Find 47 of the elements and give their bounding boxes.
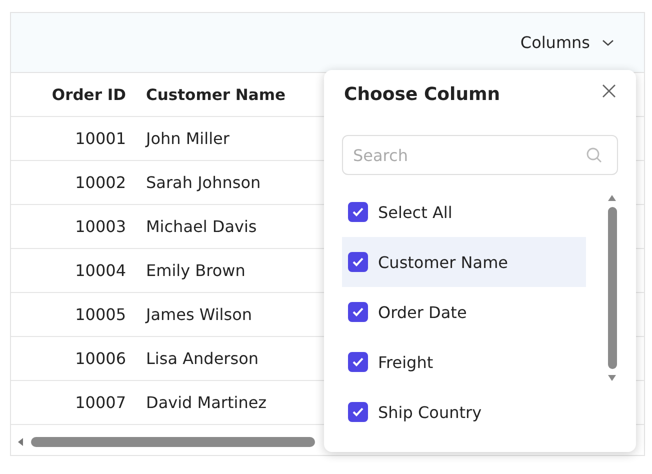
option-row[interactable]: Freight: [342, 337, 586, 387]
scroll-down-icon[interactable]: [608, 375, 616, 381]
table-cell-text: 10001: [74, 129, 126, 148]
checkbox[interactable]: [348, 402, 368, 422]
table-cell: Emily Brown: [146, 261, 246, 280]
chevron-down-icon: [602, 38, 614, 46]
option-row[interactable]: Select All: [342, 187, 586, 237]
column-option[interactable]: Customer Name: [378, 252, 508, 272]
column-option[interactable]: Ship Country: [378, 402, 482, 422]
checkbox[interactable]: [348, 352, 368, 372]
check-icon: [352, 307, 364, 317]
check-icon: [352, 257, 364, 267]
table-cell-text: 10002: [74, 173, 126, 192]
close-icon[interactable]: [602, 84, 616, 98]
checkbox[interactable]: [348, 252, 368, 272]
column-option[interactable]: Freight: [378, 352, 434, 372]
columns-button[interactable]: Columns: [516, 29, 618, 56]
column-option[interactable]: Order Date: [378, 302, 467, 322]
checkbox[interactable]: [348, 302, 368, 322]
table-cell: Lisa Anderson: [146, 349, 259, 368]
table-cell-text: 10005: [74, 305, 126, 324]
option-row[interactable]: Ship Country: [342, 387, 586, 437]
table-cell: James Wilson: [146, 305, 252, 324]
table-cell: John Miller: [146, 129, 230, 148]
scroll-left-icon[interactable]: [17, 437, 25, 447]
scrollbar-thumb[interactable]: [608, 207, 616, 369]
table-cell: David Martinez: [146, 393, 267, 412]
panel-title: Choose Column: [344, 84, 500, 105]
check-icon: [352, 407, 364, 417]
column-option[interactable]: Select All: [378, 202, 452, 222]
table-cell-text: 10004: [74, 261, 126, 280]
column-header: Customer Name: [146, 86, 286, 104]
search-field[interactable]: Search: [342, 135, 618, 175]
search-icon: [586, 147, 602, 163]
table-cell: Sarah Johnson: [146, 173, 261, 192]
scrollbar-thumb[interactable]: [31, 437, 315, 447]
table-cell-text: 10006: [74, 349, 126, 368]
checkbox[interactable]: [348, 202, 368, 222]
table-cell-text: 10007: [74, 393, 126, 412]
check-icon: [352, 357, 364, 367]
option-row[interactable]: Order Date: [342, 287, 586, 337]
option-row[interactable]: Customer Name: [342, 237, 586, 287]
check-icon: [352, 207, 364, 217]
column-header: Order ID: [50, 86, 126, 104]
table-cell: Michael Davis: [146, 217, 257, 236]
table-cell-text: 10003: [74, 217, 126, 236]
scroll-up-icon[interactable]: [608, 195, 616, 201]
